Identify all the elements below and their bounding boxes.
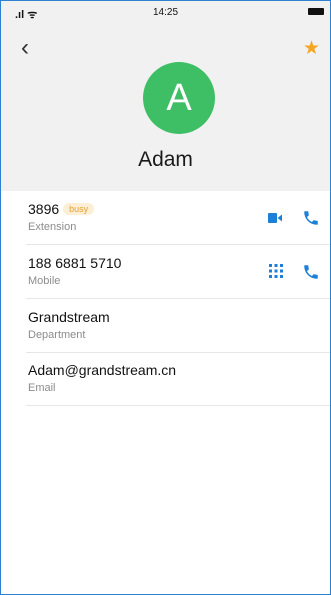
extension-label: Extension — [28, 221, 77, 233]
department-row: Grandstream Department — [26, 299, 330, 353]
dialpad-icon[interactable] — [269, 264, 283, 278]
back-icon[interactable]: ‹ — [21, 36, 29, 60]
extension-row[interactable]: 3896 busy Extension — [26, 191, 330, 245]
contact-name: Adam — [138, 148, 193, 171]
status-badge: busy — [63, 203, 95, 215]
extension-value-line: 3896 busy — [28, 201, 95, 217]
extension-number: 3896 — [28, 201, 60, 217]
phone-icon[interactable] — [302, 209, 320, 227]
email-label: Email — [28, 382, 56, 394]
status-bar: .ıl ᯤ 14:25 — [1, 1, 330, 23]
mobile-row[interactable]: 188 6881 5710 Mobile — [26, 245, 330, 299]
mobile-number: 188 6881 5710 — [28, 255, 122, 271]
department-value: Grandstream — [28, 309, 110, 325]
avatar: A — [143, 62, 215, 134]
department-label: Department — [28, 329, 86, 341]
battery-icon — [308, 8, 324, 15]
status-time: 14:25 — [152, 7, 179, 18]
star-icon[interactable]: ★ — [303, 39, 320, 59]
phone-icon[interactable] — [302, 263, 320, 281]
mobile-label: Mobile — [28, 275, 61, 287]
contact-header: .ıl ᯤ 14:25 ‹ ★ A Adam — [1, 1, 330, 191]
email-value[interactable]: Adam@grandstream.cn — [28, 362, 176, 378]
contact-detail-screen: .ıl ᯤ 14:25 ‹ ★ A Adam 3896 busy Extensio… — [0, 0, 331, 595]
email-row[interactable]: Adam@grandstream.cn Email — [26, 352, 330, 406]
video-call-icon[interactable] — [268, 213, 282, 223]
